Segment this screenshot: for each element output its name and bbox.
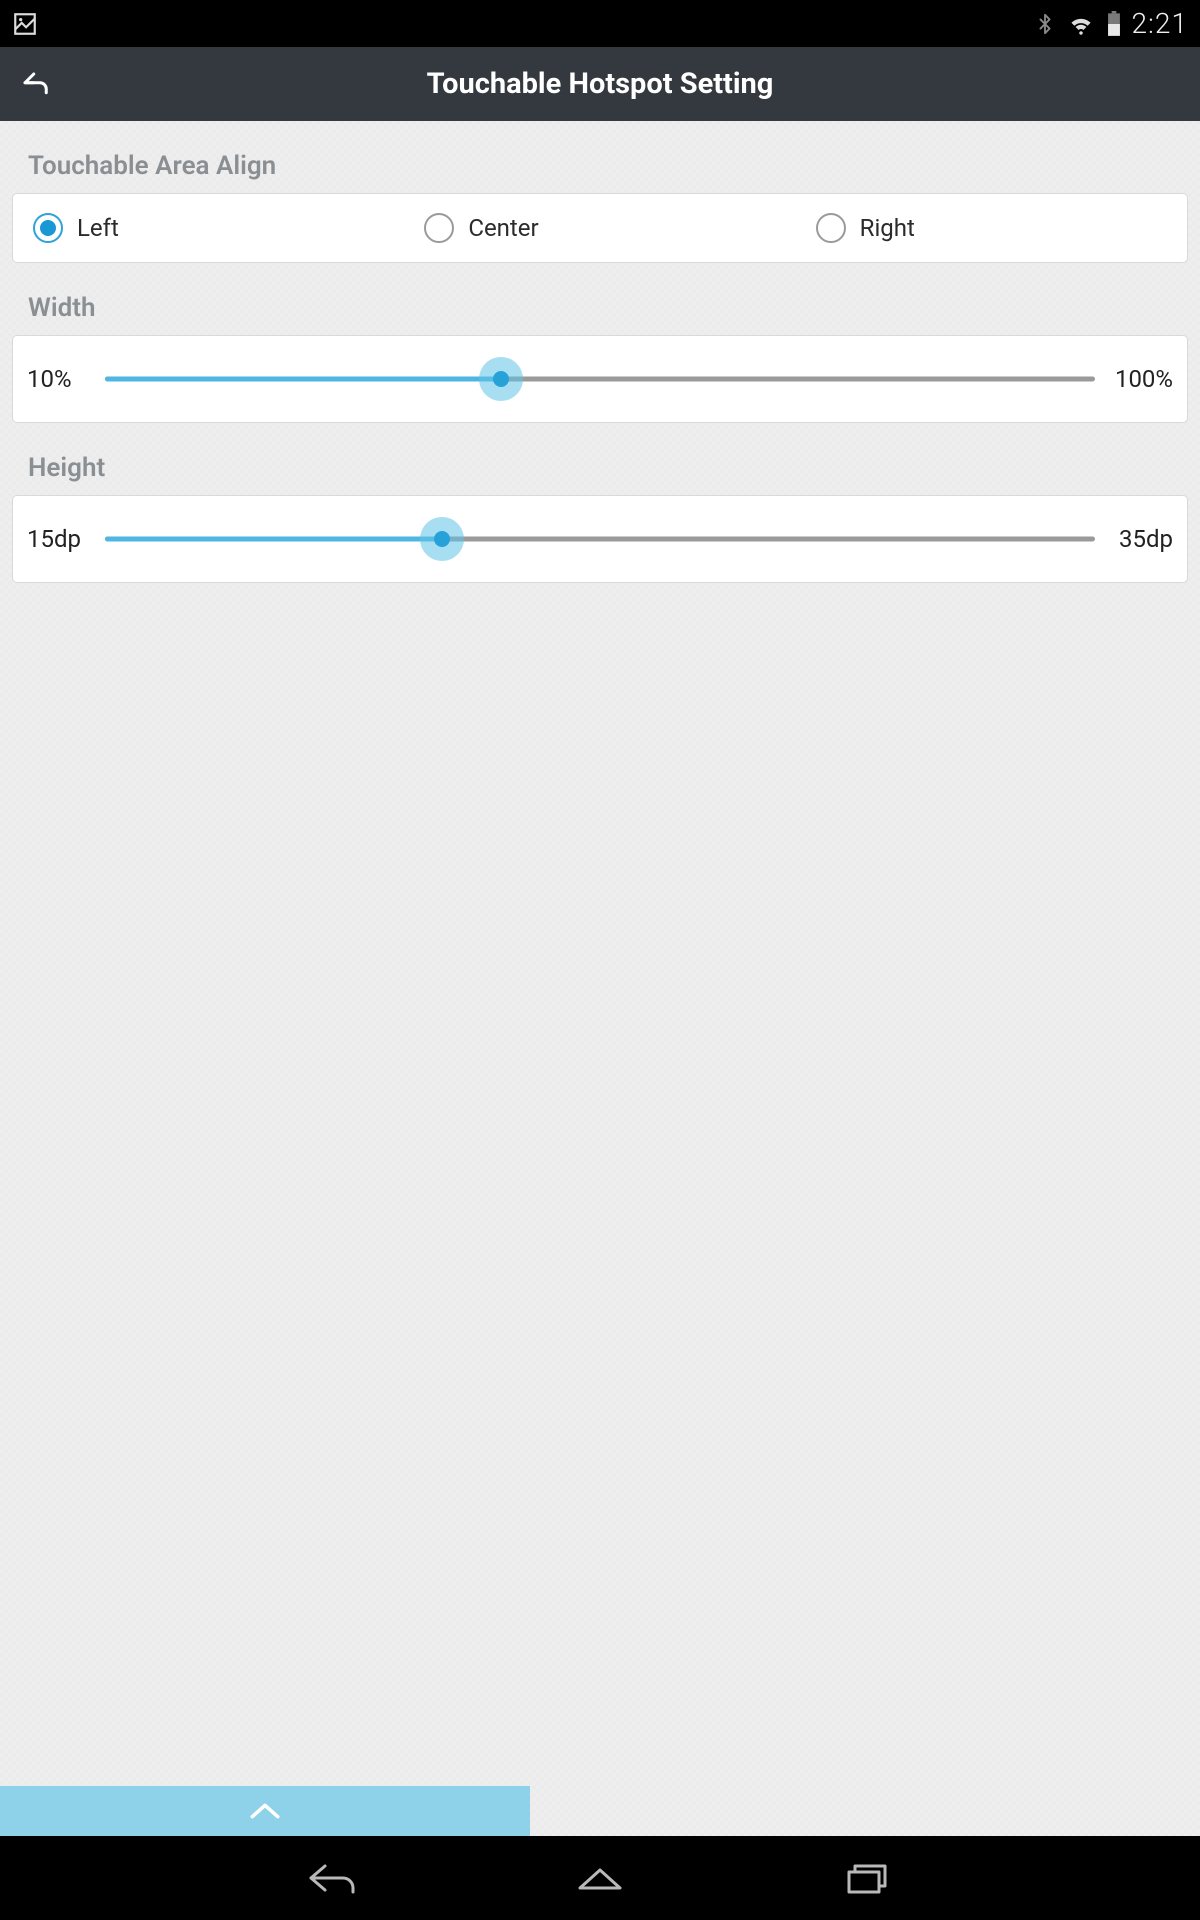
wifi-icon: [1066, 12, 1096, 36]
nav-home-button[interactable]: [560, 1848, 640, 1908]
height-slider-card: 15dp 35dp: [12, 495, 1188, 583]
section-label-align: Touchable Area Align: [12, 151, 1188, 181]
width-slider-card: 10% 100%: [12, 335, 1188, 423]
width-min-label: 10%: [27, 365, 89, 393]
section-label-width: Width: [12, 293, 1188, 323]
width-max-label: 100%: [1111, 365, 1173, 393]
height-min-label: 15dp: [27, 525, 89, 553]
battery-icon: [1106, 11, 1122, 37]
slider-thumb[interactable]: [420, 517, 464, 561]
slider-track-fill: [105, 377, 501, 382]
height-max-label: 35dp: [1111, 525, 1173, 553]
radio-option-left[interactable]: Left: [13, 213, 404, 243]
radio-icon: [816, 213, 846, 243]
radio-option-center[interactable]: Center: [404, 213, 795, 243]
align-radio-group: Left Center Right: [12, 193, 1188, 263]
chevron-up-icon: [248, 1801, 282, 1821]
radio-option-right[interactable]: Right: [796, 213, 1187, 243]
expand-handle[interactable]: [0, 1786, 530, 1836]
radio-label: Left: [77, 214, 119, 242]
nav-recent-button[interactable]: [827, 1848, 907, 1908]
status-clock: 2:21: [1132, 7, 1188, 40]
bluetooth-icon: [1034, 11, 1056, 37]
app-bar: Touchable Hotspot Setting: [0, 47, 1200, 121]
section-label-height: Height: [12, 453, 1188, 483]
notification-icon: [12, 11, 38, 37]
radio-label: Center: [468, 214, 538, 242]
slider-thumb[interactable]: [479, 357, 523, 401]
height-slider[interactable]: [105, 517, 1095, 561]
radio-icon: [424, 213, 454, 243]
content-area: Touchable Area Align Left Center Right W…: [0, 121, 1200, 1836]
width-slider[interactable]: [105, 357, 1095, 401]
navigation-bar: [0, 1836, 1200, 1920]
back-button[interactable]: [0, 47, 70, 121]
page-title: Touchable Hotspot Setting: [0, 67, 1200, 101]
slider-track-fill: [105, 537, 442, 542]
nav-back-button[interactable]: [293, 1848, 373, 1908]
radio-label: Right: [860, 214, 915, 242]
status-bar: 2:21: [0, 0, 1200, 47]
radio-icon: [33, 213, 63, 243]
